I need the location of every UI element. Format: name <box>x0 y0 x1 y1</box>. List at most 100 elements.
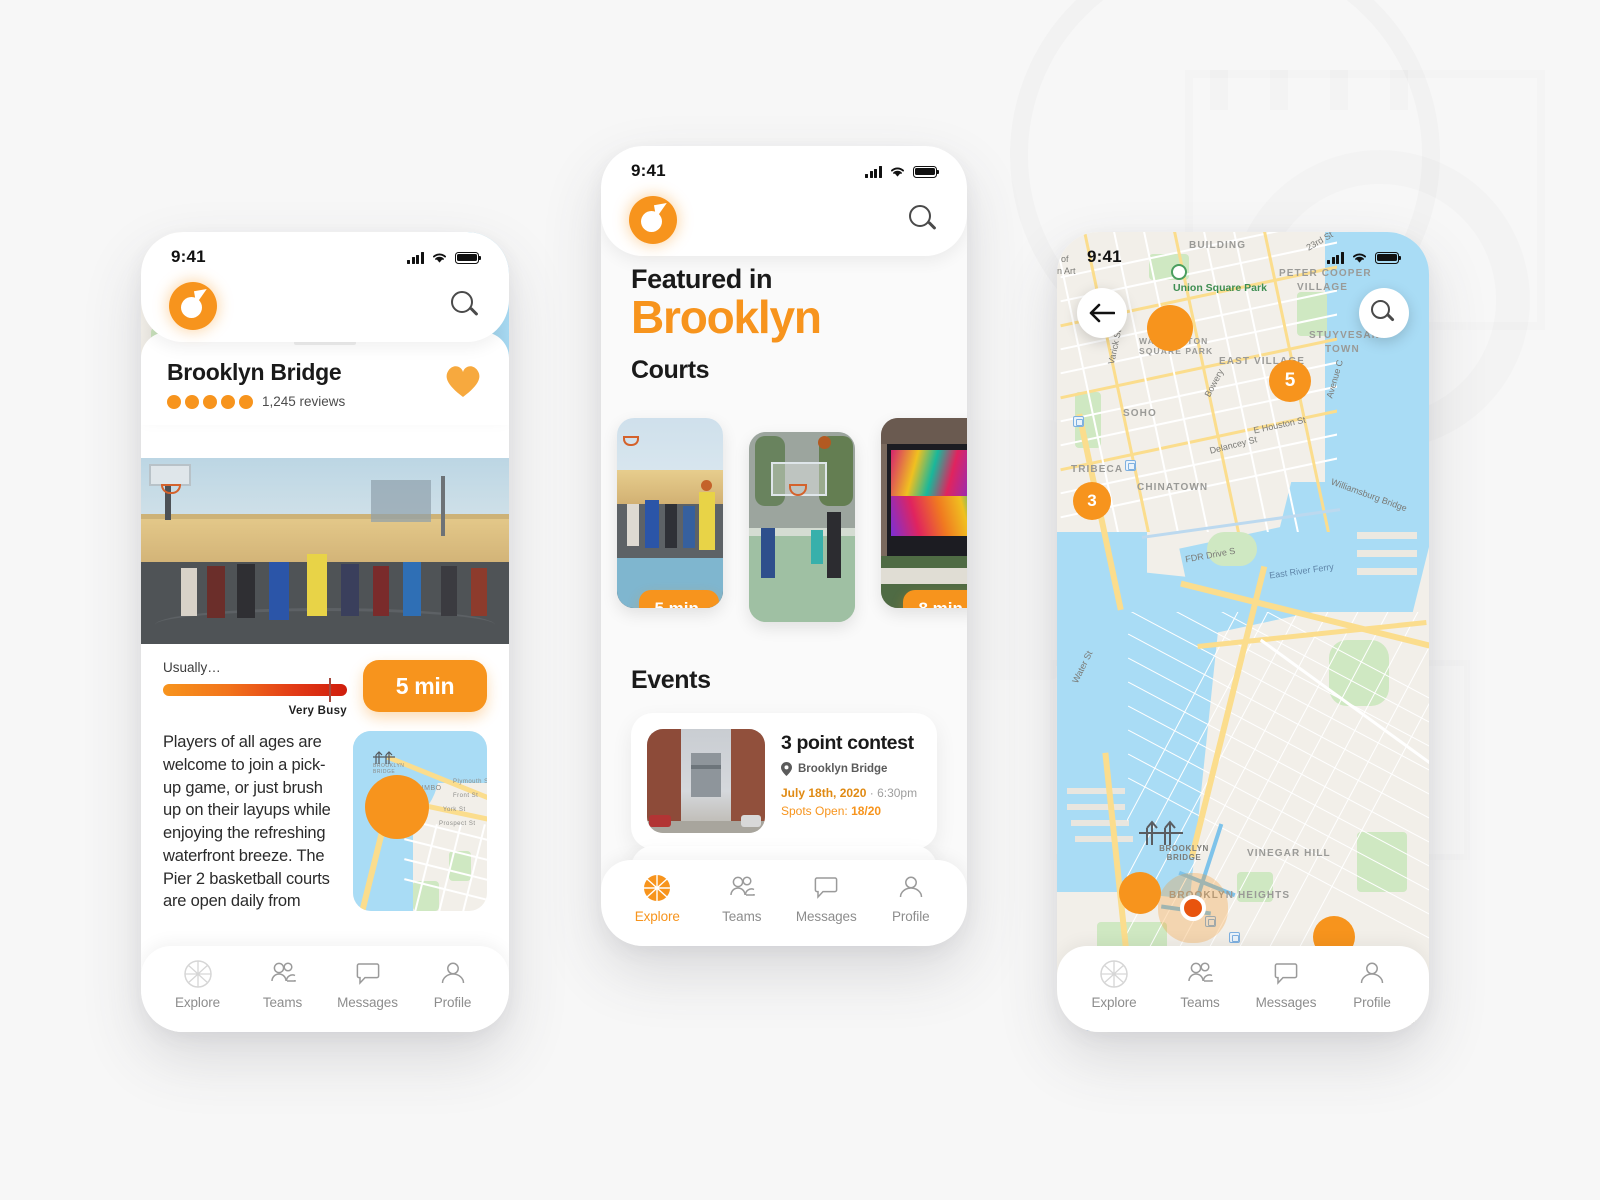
transit-icon <box>1073 416 1084 427</box>
status-icons <box>406 251 482 264</box>
chat-bubble-icon <box>356 962 379 985</box>
status-bar: 9:41 <box>141 232 509 272</box>
map-canvas[interactable]: BUILDING 23rd St PETER COOPER VILLAGE Un… <box>1057 232 1429 1032</box>
map-label: TRIBECA <box>1071 464 1124 475</box>
courts-heading: Courts <box>631 355 710 384</box>
court-card[interactable] <box>749 432 855 622</box>
busy-caption: Usually… <box>163 660 221 675</box>
court-card[interactable]: 5 min. <box>617 418 723 608</box>
chat-bubble-icon <box>1274 962 1298 985</box>
bottom-navigation: Explore Teams Messages Profile <box>141 946 509 1032</box>
phone-screen-court-detail: 9:41 Brooklyn Bridge 1,245 reviews Usual… <box>141 232 509 1032</box>
courts-carousel[interactable]: 5 min. <box>601 418 967 638</box>
person-icon <box>899 876 922 897</box>
court-description: Players of all ages are welcome to join … <box>163 733 331 911</box>
map-pin-chinatown[interactable]: 3 <box>1073 482 1111 520</box>
tab-label: Explore <box>634 908 680 924</box>
wifi-icon <box>1353 253 1366 263</box>
watermark-tab-2 <box>1270 70 1288 110</box>
tab-explore[interactable]: Explore <box>1076 959 1152 1010</box>
watermark-tab-1 <box>1210 70 1228 110</box>
busy-level-label: Very Busy <box>288 705 347 717</box>
featured-heading-block: Featured in Brooklyn Courts <box>601 264 967 385</box>
events-section: Events 3 point contest Brooklyn Bridge J… <box>601 666 967 849</box>
tab-profile[interactable]: Profile <box>873 873 949 924</box>
map-label: VINEGAR HILL <box>1247 848 1331 859</box>
event-title: 3 point contest <box>781 732 914 754</box>
tab-profile[interactable]: Profile <box>1334 959 1410 1010</box>
basketball-icon <box>644 874 671 901</box>
search-icon[interactable] <box>451 291 481 321</box>
event-location-label: Brooklyn Bridge <box>798 763 888 775</box>
featured-city: Brooklyn <box>631 291 822 343</box>
court-minutes-badge: 5 min. <box>639 590 719 608</box>
map-pin-east-village[interactable]: 5 <box>1269 360 1311 402</box>
signal-bars-icon <box>864 166 882 178</box>
bottom-navigation: Explore Teams Messages Profile <box>1057 946 1429 1032</box>
map-label: VILLAGE <box>1297 282 1349 293</box>
mini-map-marker <box>365 775 429 839</box>
tab-explore[interactable]: Explore <box>160 959 236 1010</box>
battery-full-icon <box>455 251 482 264</box>
tab-label: Messages <box>795 908 857 924</box>
people-icon <box>1188 961 1213 982</box>
mini-map[interactable]: DUMBO Plymouth St Front St York St Prosp… <box>353 731 487 911</box>
events-heading: Events <box>631 666 711 694</box>
court-photo[interactable] <box>141 458 509 644</box>
event-spots-value: 18/20 <box>851 804 882 818</box>
tab-teams[interactable]: Teams <box>704 873 780 924</box>
bridge-icon <box>373 751 395 764</box>
map-label: CHINATOWN <box>1137 482 1209 493</box>
map-label: TOWN <box>1325 344 1360 355</box>
map-label: BROOKLYN HEIGHTS <box>1169 890 1291 901</box>
tab-label: Teams <box>722 908 762 924</box>
tab-teams[interactable]: Teams <box>245 959 321 1010</box>
people-icon <box>270 961 296 982</box>
court-minutes-badge: 8 min. <box>903 590 967 608</box>
app-logo-icon[interactable] <box>169 282 217 330</box>
tab-label: Messages <box>1255 994 1317 1010</box>
status-time: 9:41 <box>1087 247 1122 266</box>
signal-bars-icon <box>1326 252 1344 264</box>
map-search-button[interactable] <box>1359 288 1409 338</box>
watermark-tab-3 <box>1330 70 1348 110</box>
map-pin-icon <box>781 762 792 776</box>
heart-icon[interactable] <box>443 363 483 399</box>
back-arrow-icon <box>1089 303 1115 323</box>
event-card[interactable]: 3 point contest Brooklyn Bridge July 18t… <box>631 713 937 849</box>
wifi-icon <box>433 253 446 263</box>
tab-label: Explore <box>1091 994 1137 1010</box>
map-pin-union-square[interactable] <box>1147 305 1193 351</box>
event-datetime: July 18th, 2020 · 6:30pm <box>781 786 921 800</box>
battery-full-icon <box>913 165 940 178</box>
person-icon <box>441 962 464 983</box>
tab-messages[interactable]: Messages <box>1248 959 1324 1010</box>
tab-messages[interactable]: Messages <box>330 959 406 1010</box>
bottom-navigation: Explore Teams Messages Profile <box>601 860 967 946</box>
signal-bars-icon <box>406 252 424 264</box>
tab-label: Teams <box>1180 994 1220 1010</box>
basketball-icon <box>183 959 212 988</box>
court-card[interactable]: 8 min. <box>881 418 967 608</box>
chat-bubble-icon <box>814 876 838 899</box>
app-logo-icon[interactable] <box>629 196 677 244</box>
court-detail-sheet: Brooklyn Bridge 1,245 reviews <box>141 332 509 425</box>
tab-label: Messages <box>337 994 398 1010</box>
wait-time-badge[interactable]: 5 min <box>363 660 487 712</box>
search-icon <box>1371 300 1397 326</box>
tab-explore[interactable]: Explore <box>619 873 695 924</box>
map-pin-brooklyn-heights[interactable] <box>1119 872 1161 914</box>
tab-label: Explore <box>174 994 221 1010</box>
tab-teams[interactable]: Teams <box>1162 959 1238 1010</box>
status-time: 9:41 <box>171 247 206 266</box>
page-title: Brooklyn Bridge <box>167 359 342 385</box>
back-button[interactable] <box>1077 288 1127 338</box>
status-icons <box>864 165 940 178</box>
event-separator: · <box>869 786 874 800</box>
tab-profile[interactable]: Profile <box>415 959 491 1010</box>
search-icon[interactable] <box>909 205 939 235</box>
event-time: 6:30pm <box>877 786 918 800</box>
rating-row: 1,245 reviews <box>167 394 345 409</box>
tab-label: Profile <box>891 908 930 924</box>
tab-messages[interactable]: Messages <box>788 873 864 924</box>
